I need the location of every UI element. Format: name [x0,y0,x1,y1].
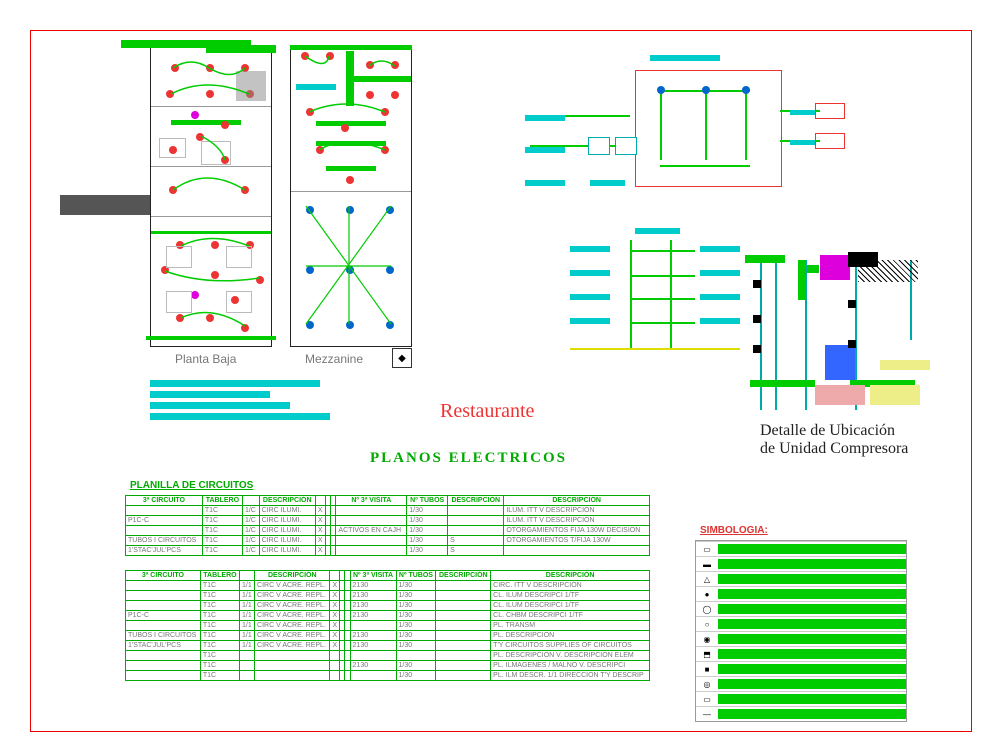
symbol-icon: ▭ [696,695,718,704]
detail-title-2: de Unidad Compresora [760,440,908,458]
symbol-desc-bar [718,619,906,629]
symbol-icon: ▭ [696,545,718,554]
electrical-schematic [530,55,830,215]
simbologia-title: SIMBOLOGIA: [700,525,768,536]
symbol-desc-bar [718,679,906,689]
symbol-icon: ◉ [696,635,718,644]
symbol-icon: — [696,710,718,719]
symbol-desc-bar [718,634,906,644]
floorplan-mezzanine [290,45,412,347]
plan-ground-label: Planta Baja [175,352,236,366]
symbol-desc-bar [718,694,906,704]
symbol-icon: ▬ [696,560,718,569]
symbol-desc-bar [718,544,906,554]
floorplan-ground [150,45,272,347]
detail-title-1: Detalle de Ubicación [760,422,895,440]
symbol-desc-bar [718,664,906,674]
riser-diagram [540,240,760,370]
exterior-block [60,195,150,215]
symbol-icon: ⬒ [696,650,718,659]
symbol-icon: ◯ [696,605,718,614]
symbol-desc-bar [718,589,906,599]
sub-title: PLANOS ELECTRICOS [370,450,567,467]
circuits-table-2: 3ª CIRCUITOTABLERODESCRIPCIÓNNº 3ª VISIT… [125,570,650,681]
main-title: Restaurante [440,400,534,423]
symbol-icon: △ [696,575,718,584]
simbologia-table: ▭ ▬ △ ● ◯ ○ ◉ ⬒ ■ ◎ ▭ — [695,540,907,722]
symbol-icon: ● [696,590,718,599]
circuits-title: PLANILLA DE CIRCUITOS [130,480,253,491]
compressor-detail [750,290,930,420]
symbol-icon: ◎ [696,680,718,689]
symbol-desc-bar [718,604,906,614]
symbol-desc-bar [718,559,906,569]
symbol-icon: ■ [696,665,718,674]
plan-mezz-label: Mezzanine [305,352,363,366]
north-arrow-icon: ◆ [392,348,412,368]
symbol-desc-bar [718,709,906,719]
notes-block [150,380,330,420]
symbol-desc-bar [718,649,906,659]
circuits-table-1: 3ª CIRCUITOTABLERODESCRIPCIÓNNº 3ª VISIT… [125,495,650,556]
symbol-icon: ○ [696,620,718,629]
symbol-desc-bar [718,574,906,584]
